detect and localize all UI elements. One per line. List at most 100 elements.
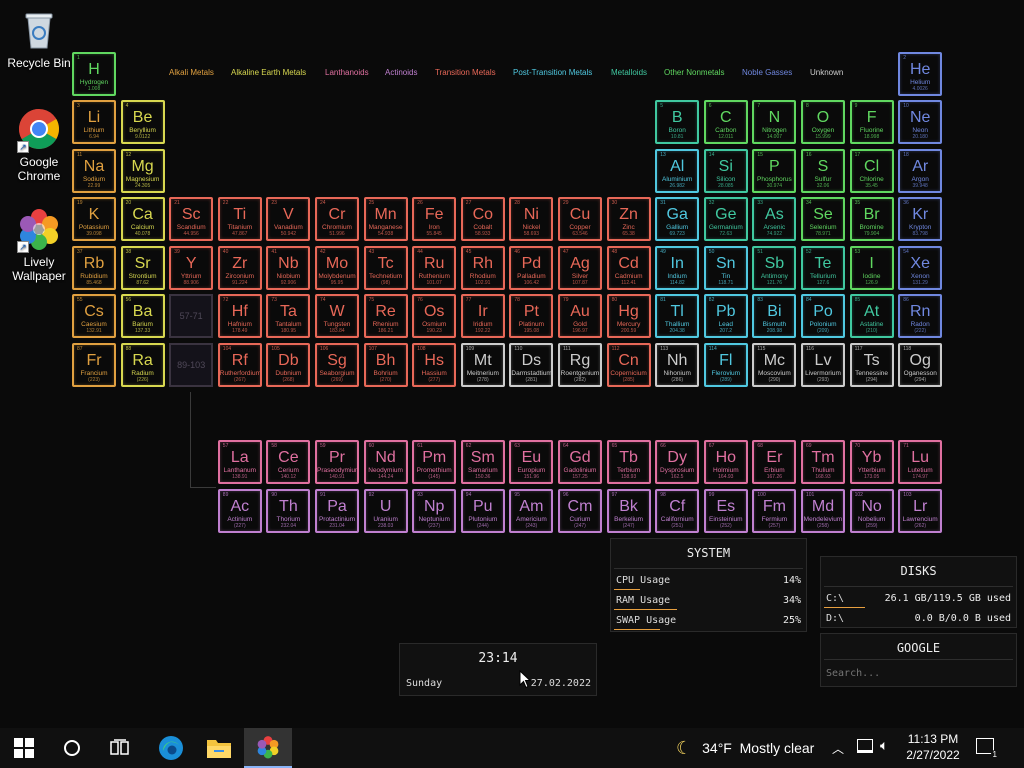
element-nitrogen[interactable]: 7 N Nitrogen 14.007 [752,100,797,144]
element-xenon[interactable]: 54 Xe Xenon 131.29 [898,246,943,290]
element-arsenic[interactable]: 33 As Arsenic 74.922 [752,197,797,241]
element-americium[interactable]: 95 Am Americium (243) [509,489,554,533]
element-bohrium[interactable]: 107 Bh Bohrium (270) [363,343,408,387]
element-livermorium[interactable]: 116 Lv Livermorium (293) [801,343,845,387]
element-beryllium[interactable]: 4 Be Beryllium 9.0122 [120,100,165,144]
element-promethium[interactable]: 61 Pm Promethium (145) [412,440,457,484]
google-search-input[interactable] [824,664,1013,682]
element-meitnerium[interactable]: 109 Mt Meitnerium (278) [460,343,505,387]
element-roentgenium[interactable]: 111 Rg Roentgenium (282) [558,343,602,387]
element-rhodium[interactable]: 45 Rh Rhodium 102.91 [460,246,505,290]
network-icon[interactable] [857,739,873,753]
element-lithium[interactable]: 3 Li Lithium 6.94 [72,100,116,144]
search-button[interactable] [48,728,96,768]
element-samarium[interactable]: 62 Sm Samarium 150.36 [460,440,505,484]
element-scandium[interactable]: 21 Sc Scandium 44.956 [169,197,214,241]
element-zinc[interactable]: 30 Zn Zinc 65.38 [606,197,651,241]
element-radium[interactable]: 88 Ra Radium (226) [120,343,165,387]
element-boron[interactable]: 5 B Boron 10.81 [655,100,700,144]
element-terbium[interactable]: 65 Tb Terbium 158.93 [606,440,651,484]
element-curium[interactable]: 96 Cm Curium (247) [558,489,602,533]
element-actinium[interactable]: 89 Ac Actinium (227) [217,489,262,533]
element-yttrium[interactable]: 39 Y Yttrium 88.906 [169,246,214,290]
element-praseodymium[interactable]: 59 Pr Praseodymium 140.91 [315,440,359,484]
element-radon[interactable]: 86 Rn Radon (222) [898,294,943,338]
element-lead[interactable]: 82 Pb Lead 207.2 [703,294,748,338]
element-europium[interactable]: 63 Eu Europium 151.96 [509,440,554,484]
element-copper[interactable]: 29 Cu Copper 63.546 [558,197,602,241]
element-fermium[interactable]: 100 Fm Fermium (257) [752,489,797,533]
element-lanthanum[interactable]: 57 La Lanthanum 138.91 [217,440,262,484]
element-uranium[interactable]: 92 U Uranium 238.03 [363,489,408,533]
element-gallium[interactable]: 31 Ga Gallium 69.723 [655,197,700,241]
element-selenium[interactable]: 34 Se Selenium 78.971 [801,197,845,241]
element-indium[interactable]: 49 In Indium 114.82 [655,246,700,290]
element-tin[interactable]: 50 Sn Tin 118.71 [703,246,748,290]
element-oganesson[interactable]: 118 Og Oganesson (294) [898,343,943,387]
taskbar-clock[interactable]: 11:13 PM 2/27/2022 [900,731,966,763]
element-thorium[interactable]: 90 Th Thorium 232.04 [266,489,311,533]
element-gadolinium[interactable]: 64 Gd Gadolinium 157.25 [558,440,602,484]
element-plutonium[interactable]: 94 Pu Plutonium (244) [460,489,505,533]
element-niobium[interactable]: 41 Nb Niobium 92.906 [266,246,311,290]
element-calcium[interactable]: 20 Ca Calcium 40.078 [120,197,165,241]
element-nobelium[interactable]: 102 No Nobelium (259) [849,489,894,533]
element-darmstadtium[interactable]: 110 Ds Darmstadtium (281) [509,343,554,387]
element-platinum[interactable]: 78 Pt Platinum 195.08 [509,294,554,338]
element-cadmium[interactable]: 48 Cd Cadmium 112.41 [606,246,651,290]
element-palladium[interactable]: 46 Pd Palladium 106.42 [509,246,554,290]
element-bromine[interactable]: 35 Br Bromine 79.904 [849,197,894,241]
element-manganese[interactable]: 25 Mn Manganese 54.938 [363,197,408,241]
element-sodium[interactable]: 11 Na Sodium 22.99 [72,149,116,193]
element-tennessine[interactable]: 117 Ts Tennessine (294) [849,343,894,387]
element-sulfur[interactable]: 16 S Sulfur 32.06 [801,149,845,193]
element-titanium[interactable]: 22 Ti Titanium 47.867 [217,197,262,241]
element-argon[interactable]: 18 Ar Argon 39.948 [898,149,943,193]
element-flerovium[interactable]: 114 Fl Flerovium (289) [703,343,748,387]
element-tungsten[interactable]: 74 W Tungsten 183.84 [315,294,359,338]
element-zirconium[interactable]: 40 Zr Zirconium 91.224 [217,246,262,290]
element-silicon[interactable]: 14 Si Silicon 28.085 [703,149,748,193]
element-polonium[interactable]: 84 Po Polonium (209) [801,294,845,338]
lively-wallpaper-button[interactable] [244,728,292,768]
element-neodymium[interactable]: 60 Nd Neodymium 144.24 [363,440,408,484]
element-iridium[interactable]: 77 Ir Iridium 192.22 [460,294,505,338]
element-hydrogen[interactable]: 1 H Hydrogen 1.008 [72,52,116,96]
element-astatine[interactable]: 85 At Astatine (210) [849,294,894,338]
element-copernicium[interactable]: 112 Cn Copernicium (285) [606,343,651,387]
element-krypton[interactable]: 36 Kr Krypton 83.798 [898,197,943,241]
element-osmium[interactable]: 76 Os Osmium 190.23 [412,294,457,338]
element-rhenium[interactable]: 75 Re Rhenium 186.21 [363,294,408,338]
element-technetium[interactable]: 43 Tc Technetium (98) [363,246,408,290]
element-mercury[interactable]: 80 Hg Mercury 200.59 [606,294,651,338]
weather-widget[interactable]: ☾ 34°F Mostly clear [676,728,814,768]
element-dysprosium[interactable]: 66 Dy Dysprosium 162.5 [655,440,700,484]
element-neptunium[interactable]: 93 Np Neptunium (237) [412,489,457,533]
element-aluminium[interactable]: 13 Al Aluminium 26.982 [655,149,700,193]
element-potassium[interactable]: 19 K Potassium 39.098 [72,197,116,241]
element-oxygen[interactable]: 8 O Oxygen 15.999 [801,100,845,144]
volume-icon[interactable]: 🔈︎ [880,737,888,754]
element-tellurium[interactable]: 52 Te Tellurium 127.6 [801,246,845,290]
element-germanium[interactable]: 32 Ge Germanium 72.63 [703,197,748,241]
element-nihonium[interactable]: 113 Nh Nihonium (286) [655,343,700,387]
element-strontium[interactable]: 38 Sr Strontium 87.62 [120,246,165,290]
element-thallium[interactable]: 81 Tl Thallium 204.38 [655,294,700,338]
element-iodine[interactable]: 53 I Iodine 126.9 [849,246,894,290]
element-einsteinium[interactable]: 99 Es Einsteinium (252) [703,489,748,533]
element-nickel[interactable]: 28 Ni Nickel 58.693 [509,197,554,241]
element-fluorine[interactable]: 9 F Fluorine 18.998 [849,100,894,144]
element-dubnium[interactable]: 105 Db Dubnium (268) [266,343,311,387]
task-view-button[interactable] [96,728,144,768]
element-molybdenum[interactable]: 42 Mo Molybdenum 95.95 [315,246,359,290]
element-lutetium[interactable]: 71 Lu Lutetium 174.97 [898,440,943,484]
element-hafnium[interactable]: 72 Hf Hafnium 178.49 [217,294,262,338]
notification-center-button[interactable]: 1 [976,738,999,759]
element-francium[interactable]: 87 Fr Francium (223) [72,343,116,387]
element-hassium[interactable]: 108 Hs Hassium (277) [412,343,457,387]
element-iron[interactable]: 26 Fe Iron 55.845 [412,197,457,241]
element-chromium[interactable]: 24 Cr Chromium 51.996 [315,197,359,241]
element-caesium[interactable]: 55 Cs Caesium 132.91 [72,294,116,338]
element-thulium[interactable]: 69 Tm Thulium 168.93 [801,440,845,484]
element-rubidium[interactable]: 37 Rb Rubidium 85.468 [72,246,116,290]
